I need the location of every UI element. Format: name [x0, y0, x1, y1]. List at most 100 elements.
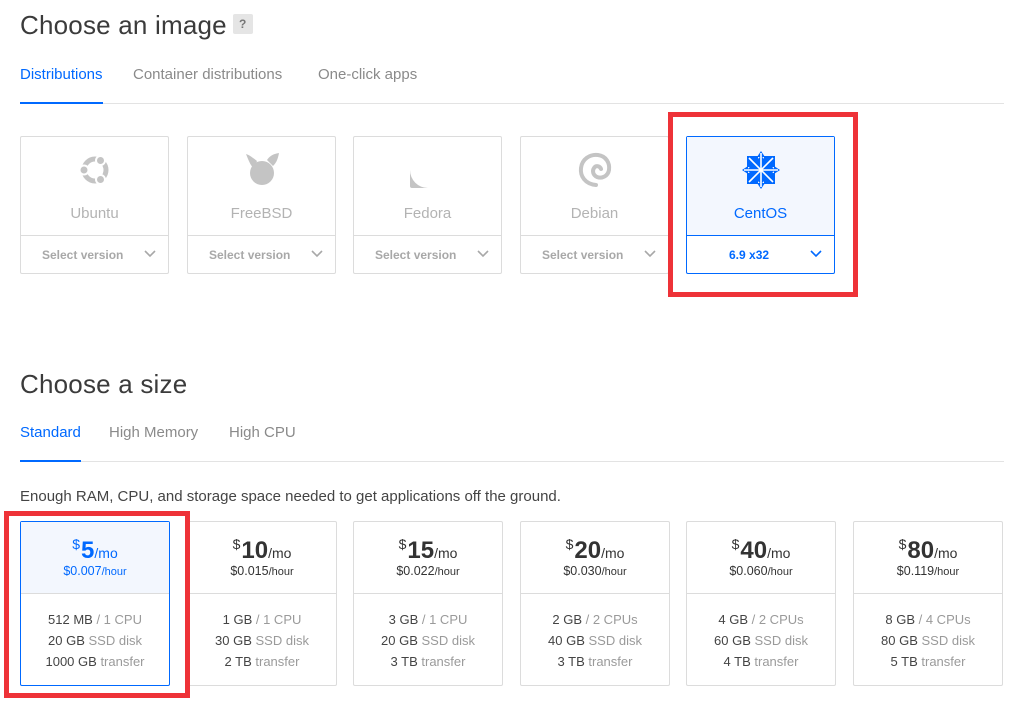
image-section-title: Choose an image? — [20, 10, 253, 41]
plan-amount: 15 — [407, 537, 435, 564]
distro-card-ubuntu[interactable]: Ubuntu Select version — [20, 136, 169, 274]
plan-period: /mo — [767, 545, 791, 561]
plan-currency: $ — [898, 536, 907, 552]
plan-disk-size: 30 GB — [215, 633, 252, 648]
plan-ram: 3 GB — [388, 612, 419, 627]
plan-memory-cpu: 4 GB / 2 CPUs — [687, 609, 835, 630]
chevron-down-icon — [144, 250, 156, 258]
plan-transfer-size: 3 TB — [557, 654, 585, 669]
highlight-box-centos — [668, 112, 858, 297]
version-select[interactable]: Select version — [354, 235, 501, 274]
help-icon[interactable]: ? — [232, 14, 253, 35]
tab-distributions[interactable]: Distributions — [20, 63, 103, 104]
plan-transfer-label: transfer — [921, 654, 966, 669]
plan-hourly-price: $0.060/hour — [687, 564, 835, 578]
plan-hourly-price: $0.022/hour — [354, 564, 502, 578]
plan-hourly-amount: $0.022 — [396, 564, 435, 578]
plan-specs: 2 GB / 2 CPUs 40 GB SSD disk 3 TB transf… — [521, 609, 669, 672]
plan-hourly-unit: /hour — [434, 566, 460, 578]
plan-currency: $ — [398, 536, 407, 552]
plan-memory-cpu: 8 GB / 4 CPUs — [854, 609, 1002, 630]
size-description: Enough RAM, CPU, and storage space neede… — [20, 488, 561, 505]
version-select[interactable]: Select version — [188, 235, 335, 274]
plan-transfer: 5 TB transfer — [854, 651, 1002, 672]
plan-cpu: / 1 CPU — [421, 612, 468, 627]
distro-name: Ubuntu — [70, 205, 119, 222]
version-select-label: Select version — [42, 248, 124, 262]
version-select-label: Select version — [375, 248, 457, 262]
freebsd-logo-icon — [246, 153, 279, 185]
plan-specs: 4 GB / 2 CPUs 60 GB SSD disk 4 TB transf… — [687, 609, 835, 672]
plan-hourly-amount: $0.060 — [729, 564, 768, 578]
tab-container-distributions[interactable]: Container distributions — [133, 63, 282, 103]
plan-price-area: $10/mo $0.015/hour — [188, 522, 336, 594]
distro-card-fedora-top: Fedora — [354, 137, 501, 235]
plan-specs: 3 GB / 1 CPU 20 GB SSD disk 3 TB transfe… — [354, 609, 502, 672]
plan-disk-label: SSD disk — [588, 633, 642, 648]
plan-ram: 4 GB — [718, 612, 748, 627]
plan-memory-cpu: 2 GB / 2 CPUs — [521, 609, 669, 630]
plan-monthly-price: $15/mo — [354, 536, 502, 565]
version-select[interactable]: Select version — [21, 235, 168, 274]
tab-standard[interactable]: Standard — [20, 421, 81, 462]
plan-ram: 1 GB — [222, 612, 253, 627]
plan-transfer-size: 5 TB — [890, 654, 918, 669]
plan-transfer-size: 2 TB — [224, 654, 252, 669]
distro-name: Debian — [570, 205, 619, 222]
plan-card-15[interactable]: $15/mo $0.022/hour 3 GB / 1 CPU 20 GB SS… — [353, 521, 503, 686]
plan-card-20[interactable]: $20/mo $0.030/hour 2 GB / 2 CPUs 40 GB S… — [520, 521, 670, 686]
plan-disk: 80 GB SSD disk — [854, 630, 1002, 651]
plan-transfer-size: 3 TB — [390, 654, 418, 669]
plan-disk-label: SSD disk — [754, 633, 808, 648]
version-select-label: Select version — [209, 248, 291, 262]
distro-card-ubuntu-top: Ubuntu — [21, 137, 168, 235]
plan-hourly-unit: /hour — [934, 566, 960, 578]
plan-transfer-size: 4 TB — [723, 654, 751, 669]
plan-period: /mo — [434, 545, 458, 561]
plan-disk-label: SSD disk — [255, 633, 309, 648]
plan-price-area: $40/mo $0.060/hour — [687, 522, 835, 594]
plan-transfer: 3 TB transfer — [521, 651, 669, 672]
image-section-title-text: Choose an image — [20, 10, 227, 40]
size-section-title: Choose a size — [20, 369, 188, 399]
plan-monthly-price: $40/mo — [687, 536, 835, 565]
plan-disk-size: 60 GB — [714, 633, 751, 648]
plan-transfer-label: transfer — [588, 654, 633, 669]
plan-transfer-label: transfer — [754, 654, 799, 669]
tab-high-memory[interactable]: High Memory — [109, 421, 198, 461]
plan-currency: $ — [565, 536, 574, 552]
plan-disk-label: SSD disk — [421, 633, 475, 648]
version-select-label: Select version — [542, 248, 624, 262]
plan-card-80[interactable]: $80/mo $0.119/hour 8 GB / 4 CPUs 80 GB S… — [853, 521, 1003, 686]
tab-one-click-apps[interactable]: One-click apps — [318, 63, 417, 103]
image-tabs: Distributions Container distributions On… — [20, 63, 1004, 104]
tab-high-cpu[interactable]: High CPU — [229, 421, 296, 461]
plan-price-area: $15/mo $0.022/hour — [354, 522, 502, 594]
highlight-box-plan-5 — [4, 511, 190, 698]
plan-currency: $ — [731, 536, 740, 552]
plan-card-10[interactable]: $10/mo $0.015/hour 1 GB / 1 CPU 30 GB SS… — [187, 521, 337, 686]
plan-hourly-amount: $0.015 — [230, 564, 269, 578]
plan-disk-label: SSD disk — [921, 633, 975, 648]
plan-hourly-price: $0.119/hour — [854, 564, 1002, 578]
version-select[interactable]: Select version — [521, 235, 668, 274]
plan-disk: 20 GB SSD disk — [354, 630, 502, 651]
plan-amount: 10 — [241, 537, 269, 564]
plan-price-area: $20/mo $0.030/hour — [521, 522, 669, 594]
plan-currency: $ — [232, 536, 241, 552]
distro-card-fedora[interactable]: Fedora Select version — [353, 136, 502, 274]
plan-memory-cpu: 3 GB / 1 CPU — [354, 609, 502, 630]
distro-card-freebsd[interactable]: FreeBSD Select version — [187, 136, 336, 274]
plan-disk: 60 GB SSD disk — [687, 630, 835, 651]
distro-card-debian[interactable]: Debian Select version — [520, 136, 669, 274]
plan-disk: 30 GB SSD disk — [188, 630, 336, 651]
plan-period: /mo — [268, 545, 292, 561]
chevron-down-icon — [477, 250, 489, 258]
plan-card-40[interactable]: $40/mo $0.060/hour 4 GB / 2 CPUs 60 GB S… — [686, 521, 836, 686]
plan-memory-cpu: 1 GB / 1 CPU — [188, 609, 336, 630]
plan-amount: 20 — [574, 537, 602, 564]
plan-cpu: / 4 CPUs — [918, 612, 971, 627]
chevron-down-icon — [311, 250, 323, 258]
plan-hourly-price: $0.030/hour — [521, 564, 669, 578]
plan-amount: 40 — [740, 537, 768, 564]
